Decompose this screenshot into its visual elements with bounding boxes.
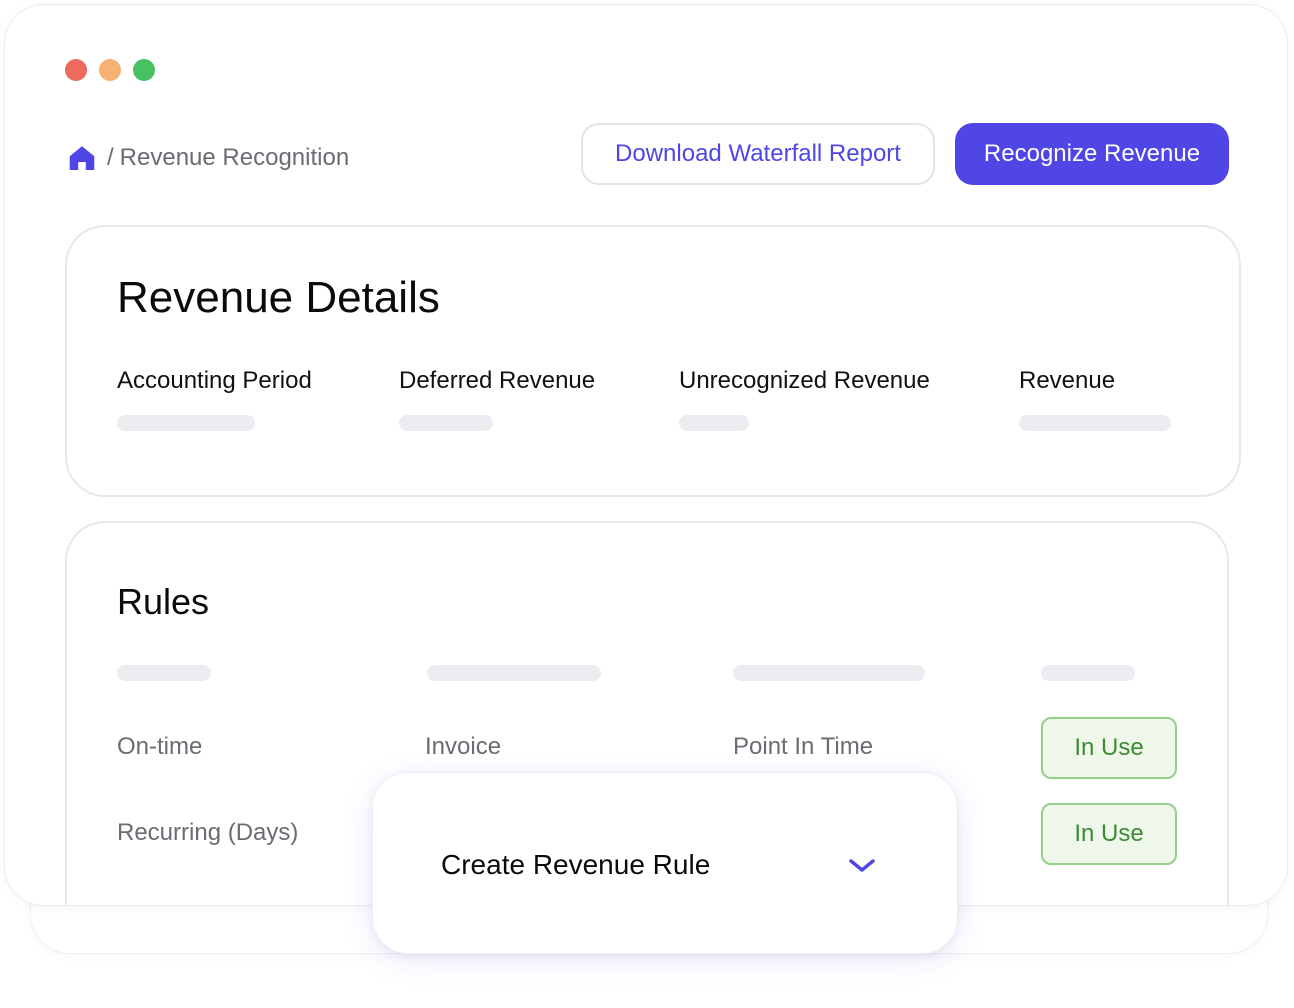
home-icon[interactable]: [67, 143, 97, 173]
recognize-revenue-button[interactable]: Recognize Revenue: [955, 123, 1229, 185]
chevron-down-icon[interactable]: [847, 857, 877, 875]
revenue-details-panel: Revenue Details Accounting Period Deferr…: [65, 225, 1241, 497]
rules-header-skeleton: [427, 665, 601, 681]
deferred-revenue-skeleton: [399, 415, 493, 431]
unrecognized-revenue-skeleton: [679, 415, 749, 431]
rule-trigger: Invoice: [425, 733, 502, 760]
rules-header-skeleton: [1041, 665, 1135, 681]
rule-name: Recurring (Days): [117, 819, 299, 846]
status-badge: In Use: [1041, 803, 1177, 865]
deferred-revenue-label: Deferred Revenue: [399, 367, 596, 394]
window-controls: [65, 59, 155, 81]
accounting-period-label: Accounting Period: [117, 367, 312, 394]
app-window: / Revenue Recognition Download Waterfall…: [4, 4, 1288, 906]
accounting-period-skeleton: [117, 415, 255, 431]
minimize-dot[interactable]: [99, 59, 121, 81]
rules-title: Rules: [117, 581, 210, 622]
revenue-details-title: Revenue Details: [117, 273, 440, 322]
maximize-dot[interactable]: [133, 59, 155, 81]
breadcrumb-separator: /: [107, 144, 114, 171]
breadcrumb: / Revenue Recognition: [67, 139, 349, 177]
status-badge: In Use: [1041, 717, 1177, 779]
create-revenue-rule-label: Create Revenue Rule: [441, 849, 711, 880]
unrecognized-revenue-label: Unrecognized Revenue: [679, 367, 930, 394]
breadcrumb-current[interactable]: Revenue Recognition: [120, 144, 350, 172]
create-revenue-rule-dropdown[interactable]: Create Revenue Rule: [372, 772, 958, 954]
rule-name: On-time: [117, 733, 203, 760]
revenue-label: Revenue: [1019, 367, 1116, 394]
close-dot[interactable]: [65, 59, 87, 81]
stage: / Revenue Recognition Download Waterfall…: [0, 0, 1294, 1008]
revenue-skeleton: [1019, 415, 1171, 431]
rule-recognition: Point In Time: [733, 733, 874, 760]
download-waterfall-report-button[interactable]: Download Waterfall Report: [581, 123, 935, 185]
rules-header-skeleton: [117, 665, 211, 681]
rules-header-skeleton: [733, 665, 925, 681]
